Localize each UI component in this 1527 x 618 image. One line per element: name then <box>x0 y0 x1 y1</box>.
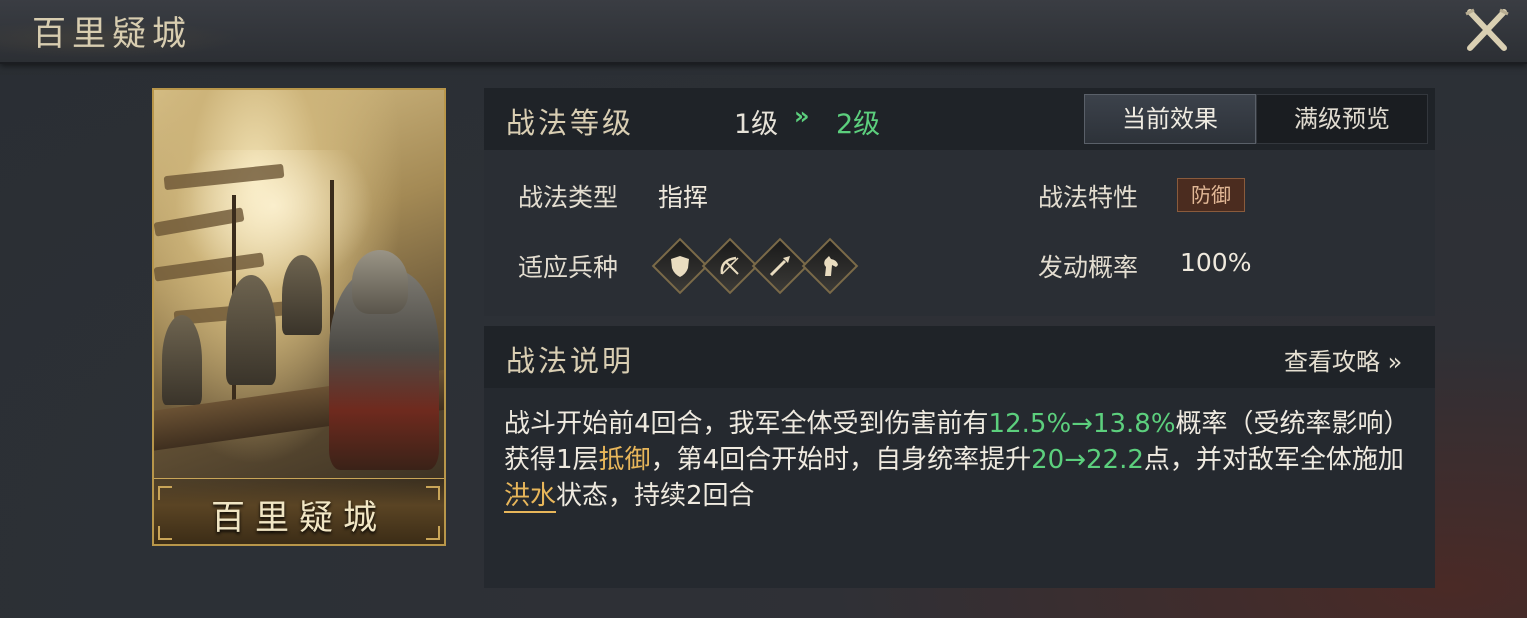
skill-type-value: 指挥 <box>658 183 709 212</box>
card-art-soldier <box>226 275 276 385</box>
card-corner <box>426 526 440 540</box>
description-title: 战法说明 <box>506 344 635 378</box>
skill-level-panel: 战法等级 1级 » 2级 当前效果 满级预览 <box>484 88 1435 150</box>
desc-segment: 点，并对敌军全体施加 <box>1143 445 1404 475</box>
description-text: 战斗开始前4回合，我军全体受到伤害前有12.5%→13.8%概率（受统率影响）获… <box>504 406 1414 514</box>
skill-info-panel: 战法类型 指挥 战法特性 防御 适应兵种 发动概率 100% <box>484 150 1435 316</box>
close-icon <box>1465 8 1509 51</box>
level-arrow-icon: » <box>794 102 810 130</box>
close-button[interactable] <box>1462 6 1512 54</box>
window-title: 百里疑城 <box>32 14 192 54</box>
horse-icon <box>801 237 859 295</box>
skill-description-body: 战斗开始前4回合，我军全体受到伤害前有12.5%→13.8%概率（受统率影响）获… <box>484 388 1435 588</box>
card-art-soldier <box>162 315 202 405</box>
skill-type-label: 战法类型 <box>518 183 619 212</box>
trigger-chance-value: 100% <box>1180 248 1252 277</box>
desc-status-keyword[interactable]: 抵御 <box>599 445 651 475</box>
troop-types-label: 适应兵种 <box>518 253 619 282</box>
desc-chance-value: 12.5%→13.8% <box>988 409 1176 439</box>
level-next: 2级 <box>836 109 881 140</box>
card-corner <box>158 526 172 540</box>
shield-icon <box>651 237 709 295</box>
tab-current-effect[interactable]: 当前效果 <box>1084 94 1256 144</box>
skill-description-header: 战法说明 查看攻略 » <box>484 326 1435 388</box>
tab-max-level-preview[interactable]: 满级预览 <box>1256 94 1428 144</box>
trigger-chance-label: 发动概率 <box>1038 253 1139 282</box>
title-bar: 百里疑城 <box>0 0 1527 64</box>
desc-status-keyword-link[interactable]: 洪水 <box>504 481 557 513</box>
desc-segment: ，第4回合开始时，自身统率提升 <box>650 445 1032 475</box>
spear-icon <box>751 237 809 295</box>
card-corner <box>426 486 440 500</box>
card-corner <box>158 486 172 500</box>
skill-card: 百里疑城 <box>152 88 446 546</box>
desc-segment: 战斗开始前4回合，我军全体受到伤害前有 <box>504 409 989 439</box>
card-name: 百里疑城 <box>211 498 387 538</box>
skill-trait-badge: 防御 <box>1177 178 1245 212</box>
level-current: 1级 <box>734 109 779 140</box>
card-art-soldier <box>282 255 322 335</box>
view-guide-link[interactable]: 查看攻略 » <box>1284 342 1402 377</box>
desc-segment: 状态，持续2回合 <box>556 481 755 511</box>
bow-icon <box>701 237 759 295</box>
desc-stat-value: 20→22.2 <box>1031 445 1144 475</box>
level-label: 战法等级 <box>506 106 635 140</box>
card-art-helmet <box>352 250 408 314</box>
skill-trait-label: 战法特性 <box>1038 183 1139 212</box>
